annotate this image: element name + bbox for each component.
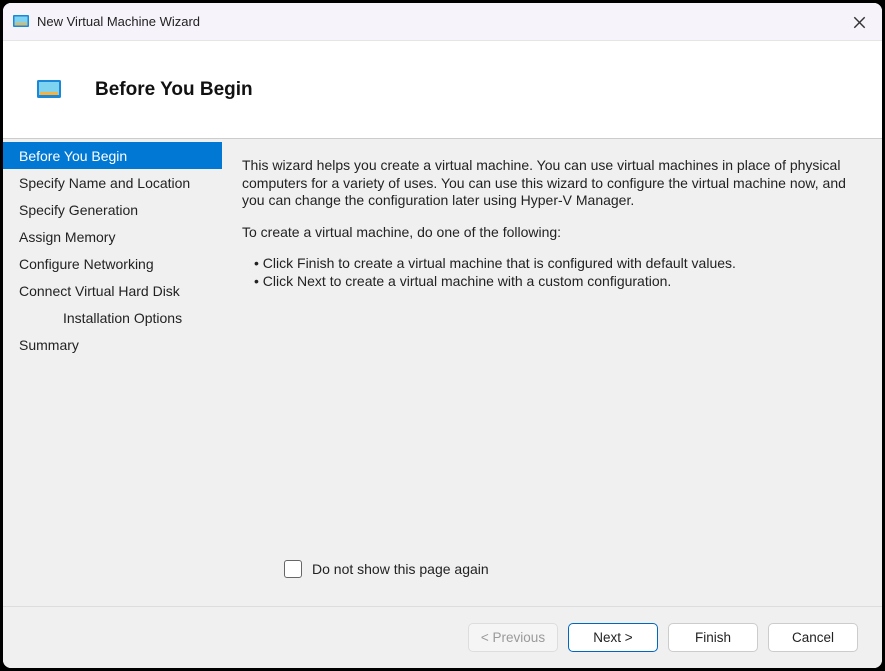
page-header: Before You Begin [3,41,882,139]
finish-button[interactable]: Finish [668,623,758,652]
instruction-list: Click Finish to create a virtual machine… [242,255,852,290]
close-button[interactable] [836,3,882,41]
wizard-body: Before You Begin Specify Name and Locatio… [3,139,882,606]
window-title: New Virtual Machine Wizard [37,14,200,29]
sidebar-item-label: Specify Name and Location [19,175,190,191]
cancel-button[interactable]: Cancel [768,623,858,652]
wizard-window: New Virtual Machine Wizard Before You Be… [3,3,882,668]
sidebar-item[interactable]: Connect Virtual Hard Disk [3,277,222,304]
sidebar-item-label: Before You Begin [19,148,127,164]
checkbox-label: Do not show this page again [312,561,489,577]
monitor-icon [37,80,61,100]
content-pane: This wizard helps you create a virtual m… [222,139,882,606]
sidebar-item[interactable]: Assign Memory [3,223,222,250]
sidebar-item-label: Assign Memory [19,229,115,245]
sidebar-item-label: Specify Generation [19,202,138,218]
previous-button: < Previous [468,623,558,652]
sidebar-item-label: Configure Networking [19,256,154,272]
sidebar-item[interactable]: Installation Options [3,304,222,331]
sidebar-item-label: Installation Options [63,310,182,326]
app-icon [13,14,29,30]
sidebar-item[interactable]: Specify Name and Location [3,169,222,196]
next-button[interactable]: Next > [568,623,658,652]
sidebar-item-label: Connect Virtual Hard Disk [19,283,180,299]
step-sidebar: Before You Begin Specify Name and Locatio… [3,139,222,606]
close-icon [853,16,866,29]
list-item: Click Next to create a virtual machine w… [254,273,852,291]
titlebar: New Virtual Machine Wizard [3,3,882,41]
sidebar-item-label: Summary [19,337,79,353]
checkbox-row: Do not show this page again [242,554,852,596]
sidebar-item[interactable]: Specify Generation [3,196,222,223]
footer: < Previous Next > Finish Cancel [3,606,882,668]
intro-paragraph: This wizard helps you create a virtual m… [242,157,852,210]
sidebar-item[interactable]: Summary [3,331,222,358]
sidebar-item[interactable]: Before You Begin [3,142,222,169]
sidebar-item[interactable]: Configure Networking [3,250,222,277]
list-item: Click Finish to create a virtual machine… [254,255,852,273]
page-title: Before You Begin [95,79,253,101]
dont-show-checkbox[interactable] [284,560,302,578]
instruction-paragraph: To create a virtual machine, do one of t… [242,224,852,242]
